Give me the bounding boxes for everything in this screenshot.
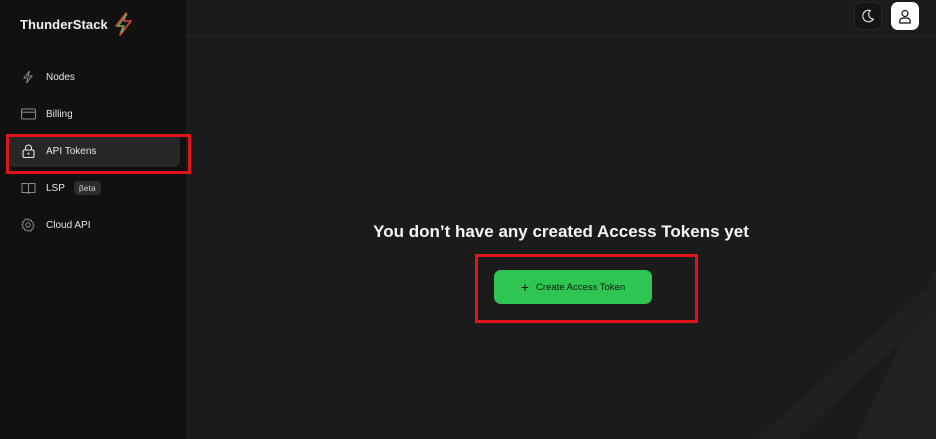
book-icon — [20, 180, 36, 196]
moon-icon — [862, 9, 875, 23]
sidebar-item-cloud-api[interactable]: Cloud API — [8, 209, 180, 241]
user-icon — [899, 9, 911, 24]
sidebar-item-label: Cloud API — [46, 219, 91, 231]
sidebar-item-billing[interactable]: Billing — [8, 98, 180, 130]
brand-logo[interactable]: ThunderStack — [20, 12, 134, 36]
sidebar-item-api-tokens[interactable]: API Tokens — [8, 135, 180, 167]
lightning-outline-icon — [20, 69, 36, 85]
sidebar-item-label: Nodes — [46, 71, 75, 83]
user-menu-button[interactable] — [891, 2, 919, 30]
sidebar-item-label: API Tokens — [46, 145, 97, 157]
lightning-bolt-icon — [115, 12, 132, 36]
lock-icon — [20, 143, 36, 159]
main-content: You don’t have any created Access Tokens… — [186, 36, 936, 439]
sidebar: ThunderStack Nodes Billing API Tokens LS… — [0, 0, 191, 439]
sidebar-item-nodes[interactable]: Nodes — [8, 61, 180, 93]
empty-state-title: You don’t have any created Access Tokens… — [373, 222, 749, 241]
theme-toggle-button[interactable] — [854, 2, 882, 30]
sidebar-item-label: Billing — [46, 108, 73, 120]
gear-icon — [20, 217, 36, 233]
sidebar-nav: Nodes Billing API Tokens LSP βeta Cloud … — [8, 61, 180, 246]
sidebar-item-lsp[interactable]: LSP βeta — [8, 172, 180, 204]
sidebar-item-label: LSP — [46, 182, 65, 194]
create-access-token-label: Create Access Token — [536, 281, 626, 293]
brand-name: ThunderStack — [20, 16, 108, 32]
plus-icon: + — [520, 279, 530, 295]
credit-card-icon — [20, 106, 36, 122]
create-access-token-button[interactable]: + Create Access Token — [494, 270, 652, 304]
top-bar — [186, 0, 936, 36]
beta-badge: βeta — [73, 181, 101, 195]
app-window: ThunderStack Nodes Billing API Tokens LS… — [0, 0, 936, 439]
background-logo-mark — [756, 269, 936, 439]
